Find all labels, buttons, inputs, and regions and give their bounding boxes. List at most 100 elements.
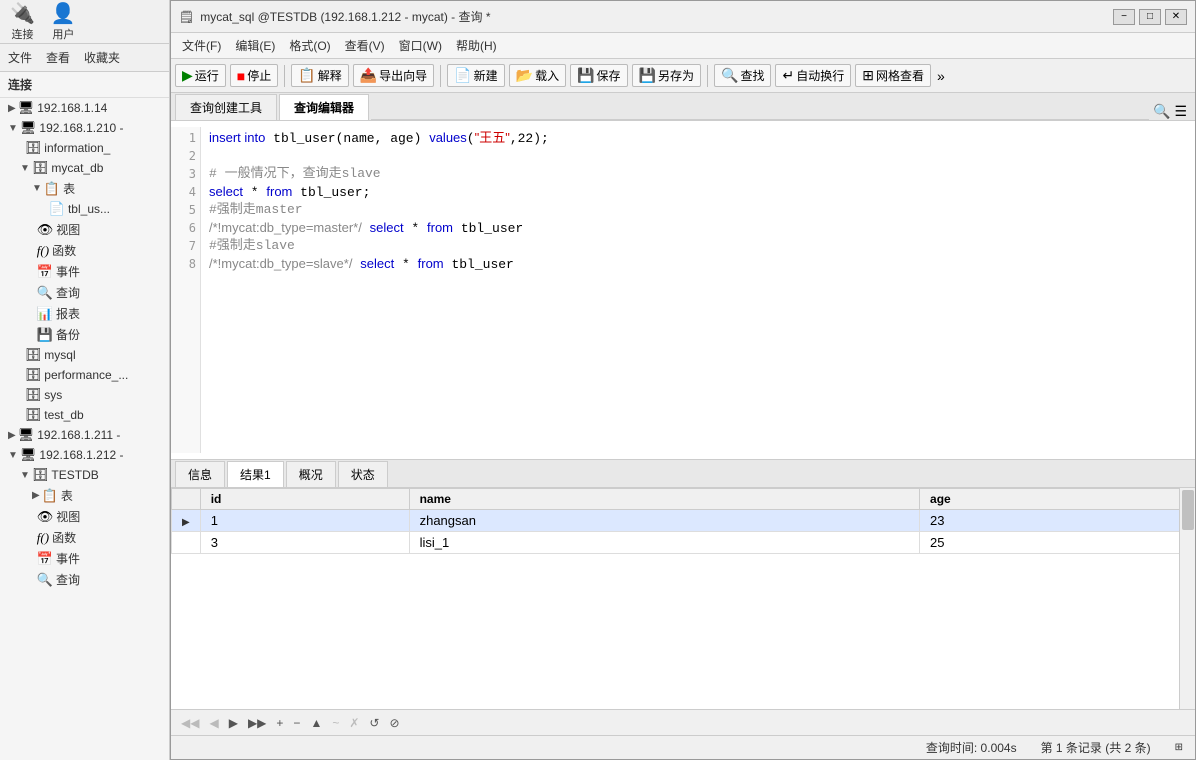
tree-label: mysql: [44, 348, 75, 362]
scrollbar-thumb[interactable]: [1182, 490, 1194, 530]
tree-item-192-168-1-212[interactable]: ▼ 🖥 192.168.1.212 -: [0, 445, 169, 465]
tree-item-reports[interactable]: 📊 报表: [0, 303, 169, 324]
nav-clear-button[interactable]: ⊘: [387, 716, 401, 730]
user-button[interactable]: 👤 用户: [51, 1, 76, 42]
btab-result1[interactable]: 结果1: [227, 461, 284, 487]
minimize-button[interactable]: −: [1113, 9, 1135, 25]
code-line-2: [209, 147, 1187, 165]
menu-window[interactable]: 窗口(W): [392, 35, 449, 56]
result-scrollbar[interactable]: [1179, 488, 1195, 709]
nav-add-button[interactable]: +: [274, 716, 285, 730]
close-button[interactable]: ✕: [1165, 9, 1187, 25]
autowrap-icon: ↵: [782, 67, 794, 84]
nav-delete-button[interactable]: −: [291, 716, 302, 730]
tree-item-testdb[interactable]: 🗄 test_db: [0, 405, 169, 425]
btab-status[interactable]: 状态: [338, 461, 388, 487]
tab-search-area: 🔍 ☰: [1149, 103, 1191, 120]
table-row[interactable]: ▶ 1 zhangsan 23: [172, 510, 1195, 532]
tree-item-information[interactable]: 🗄 information_: [0, 138, 169, 158]
no-arrow: [32, 266, 35, 277]
line-2: 2: [189, 147, 196, 165]
new-button[interactable]: 📄 新建: [447, 64, 504, 87]
menu-favorites[interactable]: 收藏夹: [82, 48, 122, 67]
tree-item-events[interactable]: 📅 事件: [0, 261, 169, 282]
menu-file[interactable]: 文件(F): [175, 35, 228, 56]
tree-item-performance[interactable]: 🗄 performance_...: [0, 365, 169, 385]
more-button[interactable]: »: [935, 68, 947, 84]
no-arrow: [32, 511, 35, 522]
autowrap-button[interactable]: ↵ 自动换行: [775, 64, 851, 87]
tree-item-TESTDB[interactable]: ▼ 🗄 TESTDB: [0, 465, 169, 485]
menu-edit[interactable]: 编辑(E): [228, 35, 282, 56]
tree-item-views[interactable]: 👁 视图: [0, 219, 169, 240]
tree-item-views2[interactable]: 👁 视图: [0, 506, 169, 527]
chevron-right-icon: ▶: [32, 490, 40, 501]
tree-item-192-168-1-210[interactable]: ▼ 🖥 192.168.1.210 -: [0, 118, 169, 138]
result-table: id name age ▶ 1 zhangsan 23 3: [171, 488, 1195, 554]
query-icon: 🔍: [37, 572, 53, 588]
menu-file[interactable]: 文件: [6, 48, 34, 67]
run-button[interactable]: ▶ 运行: [175, 64, 226, 87]
tree-item-mysql[interactable]: 🗄 mysql: [0, 345, 169, 365]
connect-button[interactable]: 🔌 连接: [10, 1, 35, 42]
stop-button[interactable]: ■ 停止: [230, 64, 278, 87]
tree-item-queries[interactable]: 🔍 查询: [0, 282, 169, 303]
save-button[interactable]: 💾 保存: [570, 64, 627, 87]
tree-item-192-168-1-14[interactable]: ▶ 🖥 192.168.1.14: [0, 98, 169, 118]
tree-item-backup[interactable]: 💾 备份: [0, 324, 169, 345]
user-icon: 👤: [51, 1, 76, 26]
btab-info[interactable]: 信息: [175, 461, 225, 487]
nav-next-button[interactable]: ▶: [227, 716, 240, 730]
tab-query-editor[interactable]: 查询编辑器: [279, 94, 369, 120]
tree-item-tbl-user[interactable]: 📄 tbl_us...: [0, 199, 169, 219]
tab-bar-icon[interactable]: ☰: [1174, 103, 1187, 120]
export-button[interactable]: 📤 导出向导: [353, 64, 434, 87]
function-icon: f(): [37, 243, 49, 259]
tree-item-tables[interactable]: ▼ 📋 表: [0, 178, 169, 199]
tree-item-sys[interactable]: 🗄 sys: [0, 385, 169, 405]
nav-cancel-button[interactable]: ✗: [347, 716, 361, 730]
left-toolbar: 🔌 连接 👤 用户: [0, 0, 169, 44]
code-content[interactable]: insert into tbl_user(name, age) values("…: [201, 127, 1195, 453]
nav-up-button[interactable]: ▲: [308, 716, 324, 730]
tab-query-builder[interactable]: 查询创建工具: [175, 94, 277, 120]
find-button[interactable]: 🔍 查找: [714, 64, 771, 87]
maximize-button[interactable]: □: [1139, 9, 1161, 25]
nav-last-button[interactable]: ▶▶: [246, 716, 268, 730]
event-icon: 📅: [37, 264, 53, 280]
row-1-arrow: ▶: [172, 510, 201, 532]
tree-label: 备份: [56, 326, 80, 343]
load-button[interactable]: 📂 载入: [509, 64, 566, 87]
tree-item-tables2[interactable]: ▶ 📋 表: [0, 485, 169, 506]
nav-refresh-button[interactable]: ↺: [367, 716, 381, 730]
tree-item-functions2[interactable]: f() 函数: [0, 527, 169, 548]
btab-overview[interactable]: 概况: [286, 461, 336, 487]
menu-format[interactable]: 格式(O): [282, 35, 337, 56]
nav-first-button[interactable]: ◀◀: [179, 716, 201, 730]
tree-label: 函数: [52, 529, 76, 546]
nav-prev-button[interactable]: ◀: [207, 716, 220, 730]
tree-item-queries2[interactable]: 🔍 查询: [0, 569, 169, 590]
grid-icon: ⊞: [862, 67, 874, 84]
save-as-button[interactable]: 💾 另存为: [632, 64, 701, 87]
no-arrow: [32, 532, 35, 543]
menu-help[interactable]: 帮助(H): [449, 35, 504, 56]
tree-label: performance_...: [44, 368, 128, 382]
explain-button[interactable]: 📋 解释: [291, 64, 348, 87]
tree-item-events2[interactable]: 📅 事件: [0, 548, 169, 569]
row-1-age: 23: [920, 510, 1195, 532]
grid-label: 网格查看: [876, 67, 924, 84]
code-editor[interactable]: 1 2 3 4 5 6 7 8 insert into tbl_user(nam…: [171, 121, 1195, 459]
table-row[interactable]: 3 lisi_1 25: [172, 532, 1195, 554]
grid-view-button[interactable]: ⊞ 网格查看: [855, 64, 931, 87]
window-controls: − □ ✕: [1113, 9, 1187, 25]
menu-view[interactable]: 查看(V): [338, 35, 392, 56]
tree-item-192-168-1-211[interactable]: ▶ 🖥 192.168.1.211 -: [0, 425, 169, 445]
tree-item-mycat-db[interactable]: ▼ 🗄 mycat_db: [0, 158, 169, 178]
nav-tilde-button[interactable]: ~: [330, 716, 341, 730]
menu-view[interactable]: 查看: [44, 48, 72, 67]
search-icon[interactable]: 🔍: [1153, 103, 1170, 120]
tree-label: 192.168.1.212 -: [39, 448, 123, 462]
line-7: 7: [189, 237, 196, 255]
tree-item-functions[interactable]: f() 函数: [0, 240, 169, 261]
